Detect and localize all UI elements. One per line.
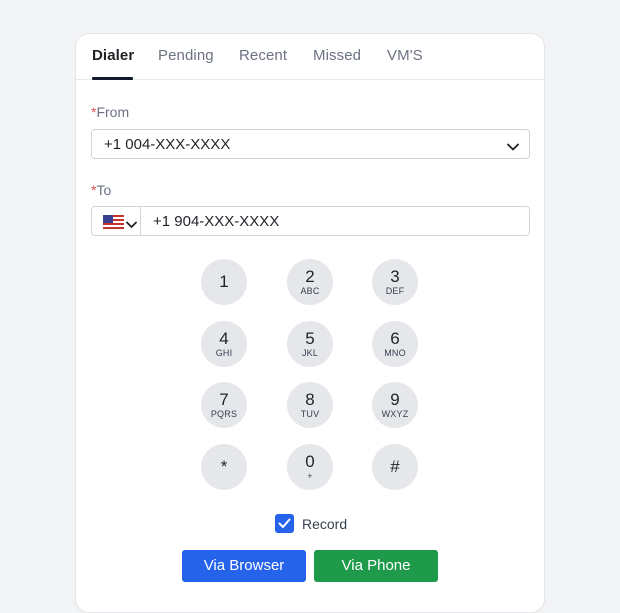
from-value: +1 004-XXX-XXXX	[104, 136, 231, 153]
key-letters: WXYZ	[381, 409, 409, 419]
key-star[interactable]: *	[201, 444, 247, 490]
to-label: *To	[91, 182, 111, 198]
key-8[interactable]: 8 TUV	[287, 382, 333, 428]
chevron-down-icon	[507, 138, 519, 156]
active-tab-indicator	[92, 77, 133, 80]
key-6[interactable]: 6 MNO	[372, 321, 418, 367]
record-checkbox[interactable]	[275, 514, 294, 533]
checkmark-icon	[278, 518, 291, 528]
key-9[interactable]: 9 WXYZ	[372, 382, 418, 428]
tab-recent[interactable]: Recent	[239, 47, 287, 64]
key-hash[interactable]: #	[372, 444, 418, 490]
key-digit: 6	[390, 329, 400, 348]
key-1[interactable]: 1	[201, 259, 247, 305]
key-digit: 9	[390, 390, 400, 409]
country-select[interactable]	[92, 207, 141, 235]
to-value[interactable]: +1 904-XXX-XXXX	[153, 213, 279, 230]
tab-missed[interactable]: Missed	[313, 47, 361, 64]
key-5[interactable]: 5 JKL	[287, 321, 333, 367]
tab-pending[interactable]: Pending	[158, 47, 214, 64]
key-digit: #	[390, 457, 400, 476]
from-label-text: From	[96, 104, 130, 120]
via-phone-button[interactable]: Via Phone	[314, 550, 438, 582]
key-3[interactable]: 3 DEF	[372, 259, 418, 305]
from-label: *From	[91, 104, 129, 120]
key-letters: JKL	[301, 348, 319, 358]
key-4[interactable]: 4 GHI	[201, 321, 247, 367]
tab-bar: Dialer Pending Recent Missed VM'S	[76, 34, 544, 80]
key-letters: TUV	[300, 409, 320, 419]
key-digit: *	[220, 457, 228, 476]
key-digit: 1	[219, 272, 229, 291]
key-digit: 7	[219, 390, 229, 409]
key-digit: 4	[219, 329, 229, 348]
to-phone-field: +1 904-XXX-XXXX	[91, 206, 530, 236]
key-7[interactable]: 7 PQRS	[201, 382, 247, 428]
key-digit: 5	[305, 329, 315, 348]
tab-voicemails[interactable]: VM'S	[387, 47, 423, 64]
key-digit: 0	[305, 452, 315, 471]
key-letters: DEF	[385, 286, 405, 296]
key-letters: PQRS	[210, 409, 238, 419]
key-2[interactable]: 2 ABC	[287, 259, 333, 305]
tab-dialer[interactable]: Dialer	[92, 47, 134, 64]
to-label-text: To	[96, 182, 112, 198]
key-digit: 8	[305, 390, 315, 409]
key-digit: 2	[305, 267, 315, 286]
record-label: Record	[302, 516, 348, 532]
chevron-down-icon	[126, 216, 137, 234]
via-browser-button[interactable]: Via Browser	[182, 550, 306, 582]
key-letters: MNO	[384, 348, 406, 358]
key-letters: GHI	[215, 348, 233, 358]
key-letters: +	[307, 471, 313, 481]
us-flag-icon	[103, 215, 124, 234]
dialer-card: Dialer Pending Recent Missed VM'S *From …	[75, 33, 545, 613]
from-select[interactable]: +1 004-XXX-XXXX	[91, 129, 530, 159]
key-0[interactable]: 0 +	[287, 444, 333, 490]
key-digit: 3	[390, 267, 400, 286]
key-letters: ABC	[300, 286, 320, 296]
